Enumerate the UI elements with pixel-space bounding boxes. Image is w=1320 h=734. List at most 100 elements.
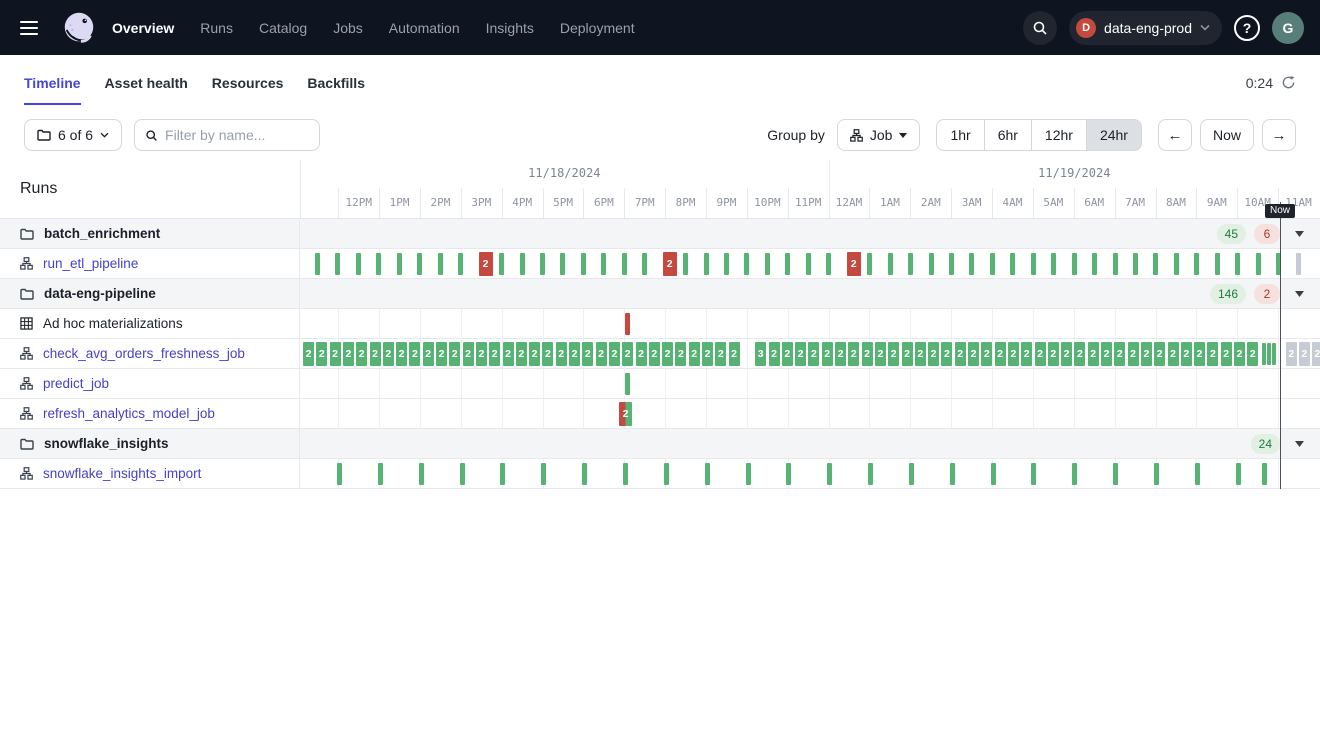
run-bar[interactable]: 2	[1048, 342, 1059, 366]
run-bar[interactable]: 2	[479, 252, 493, 276]
user-avatar[interactable]: G	[1272, 12, 1304, 44]
run-bar[interactable]	[625, 373, 630, 395]
run-bar[interactable]	[1272, 343, 1276, 365]
run-bar[interactable]	[1072, 463, 1077, 485]
run-bar[interactable]: 2	[356, 342, 367, 366]
run-bar[interactable]	[417, 253, 422, 275]
run-bar[interactable]: 2	[1194, 342, 1205, 366]
run-bar[interactable]	[1154, 463, 1159, 485]
run-bar[interactable]: 2	[1035, 342, 1046, 366]
job-row-ad-hoc-materializations[interactable]: Ad hoc materializations	[0, 309, 1320, 339]
run-bar[interactable]: 2	[1154, 342, 1165, 366]
run-bar[interactable]: 2	[1088, 342, 1099, 366]
run-bar[interactable]: 2	[941, 342, 952, 366]
run-bar[interactable]	[1215, 253, 1220, 275]
run-bar[interactable]: 2	[1221, 342, 1232, 366]
range-1hr-button[interactable]: 1hr	[936, 119, 984, 151]
scope-dropdown[interactable]: 6 of 6	[24, 119, 122, 151]
run-bar[interactable]: 2	[702, 342, 713, 366]
run-bar[interactable]	[827, 463, 832, 485]
job-row-check-avg-orders-freshness-job[interactable]: check_avg_orders_freshness_job2222222222…	[0, 339, 1320, 369]
run-bar[interactable]: 2	[649, 342, 660, 366]
run-bar[interactable]: 2	[316, 342, 327, 366]
run-bar[interactable]: 2	[847, 252, 861, 276]
run-bar[interactable]	[1174, 253, 1179, 275]
range-6hr-button[interactable]: 6hr	[984, 119, 1032, 151]
group-row-data-eng-pipeline[interactable]: data-eng-pipeline1462	[0, 279, 1320, 309]
filter-input[interactable]	[165, 127, 309, 143]
nav-item-overview[interactable]: Overview	[112, 20, 174, 36]
run-bar[interactable]: 2	[928, 342, 939, 366]
run-bar[interactable]: 2	[1207, 342, 1218, 366]
run-bar[interactable]	[500, 463, 505, 485]
nav-item-automation[interactable]: Automation	[389, 20, 460, 36]
run-bar[interactable]: 2	[1247, 342, 1258, 366]
run-bar[interactable]	[1153, 253, 1158, 275]
run-bar[interactable]	[622, 253, 627, 275]
run-bar[interactable]	[724, 253, 729, 275]
run-bar[interactable]: 2	[1141, 342, 1152, 366]
run-bar[interactable]: 2	[396, 342, 407, 366]
run-bar[interactable]: 2	[1234, 342, 1245, 366]
run-bar[interactable]: 2	[489, 342, 500, 366]
nav-item-jobs[interactable]: Jobs	[333, 20, 363, 36]
run-bar[interactable]	[1262, 343, 1266, 365]
run-bar[interactable]	[1072, 253, 1077, 275]
run-bar[interactable]	[520, 253, 525, 275]
run-bar[interactable]	[1256, 253, 1261, 275]
run-bar[interactable]: 2	[1128, 342, 1139, 366]
run-bar[interactable]: 2	[1021, 342, 1032, 366]
run-bar[interactable]	[1010, 253, 1015, 275]
run-bar[interactable]: 2	[808, 342, 819, 366]
run-bar[interactable]: 2	[1114, 342, 1125, 366]
run-bar[interactable]: 2	[1299, 342, 1310, 366]
run-bar[interactable]	[540, 253, 545, 275]
expand-caret-icon[interactable]	[1288, 223, 1310, 245]
dagster-logo-icon[interactable]	[60, 9, 98, 47]
run-bar[interactable]	[337, 463, 342, 485]
run-bar[interactable]: 2	[663, 252, 677, 276]
run-bar[interactable]	[1133, 253, 1138, 275]
run-bar[interactable]: 2	[875, 342, 886, 366]
job-row-snowflake-insights-import[interactable]: snowflake_insights_import	[0, 459, 1320, 489]
run-bar[interactable]	[623, 463, 628, 485]
row-title[interactable]: check_avg_orders_freshness_job	[43, 346, 245, 361]
run-bar[interactable]	[704, 253, 709, 275]
run-bar[interactable]	[582, 463, 587, 485]
tab-resources[interactable]: Resources	[212, 55, 284, 110]
run-bar[interactable]	[765, 253, 770, 275]
run-bar[interactable]: 2	[423, 342, 434, 366]
run-bar[interactable]: 2	[596, 342, 607, 366]
run-bar[interactable]: 2	[476, 342, 487, 366]
tab-backfills[interactable]: Backfills	[307, 55, 365, 110]
run-bar[interactable]: 2	[995, 342, 1006, 366]
group-by-dropdown[interactable]: Job	[837, 119, 921, 151]
run-bar[interactable]	[785, 253, 790, 275]
run-bar[interactable]: 2	[542, 342, 553, 366]
run-bar[interactable]: 2	[968, 342, 979, 366]
tab-timeline[interactable]: Timeline	[24, 55, 81, 110]
run-bar[interactable]	[1262, 463, 1267, 485]
nav-item-insights[interactable]: Insights	[486, 20, 534, 36]
range-12hr-button[interactable]: 12hr	[1031, 119, 1087, 151]
run-bar[interactable]	[1194, 253, 1199, 275]
job-row-predict-job[interactable]: predict_job	[0, 369, 1320, 399]
hamburger-menu-icon[interactable]	[20, 15, 46, 41]
row-title[interactable]: run_etl_pipeline	[43, 256, 138, 271]
run-bar[interactable]	[419, 463, 424, 485]
run-bar[interactable]	[625, 313, 630, 335]
run-bar[interactable]: 2	[955, 342, 966, 366]
search-button[interactable]	[1023, 11, 1057, 45]
run-bar[interactable]	[991, 463, 996, 485]
nav-item-deployment[interactable]: Deployment	[560, 20, 635, 36]
run-bar[interactable]: 2	[303, 342, 314, 366]
run-bar[interactable]	[541, 463, 546, 485]
run-bar[interactable]: 2	[1181, 342, 1192, 366]
run-bar[interactable]: 2	[582, 342, 593, 366]
run-bar[interactable]: 2	[1101, 342, 1112, 366]
run-bar[interactable]	[378, 463, 383, 485]
run-bar[interactable]	[642, 253, 647, 275]
run-bar[interactable]: 2	[715, 342, 726, 366]
run-bar[interactable]: 2	[503, 342, 514, 366]
run-bar[interactable]: 2	[848, 342, 859, 366]
